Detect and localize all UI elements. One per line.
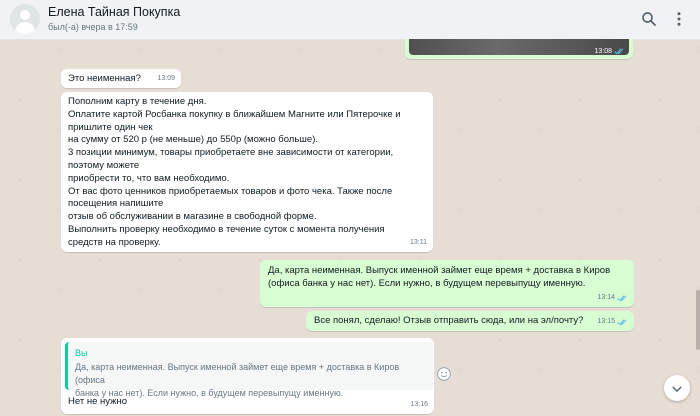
emoji-icon[interactable] — [437, 367, 451, 381]
avatar[interactable] — [10, 4, 40, 34]
quote-text: Да, карта неименная. Выпуск именной займ… — [75, 362, 400, 398]
scrollbar[interactable] — [695, 40, 700, 416]
menu-icon[interactable] — [670, 10, 688, 28]
message-time: 13:15 — [597, 318, 615, 326]
message-bubble-out[interactable]: Да, карта неименная. Выпуск именной займ… — [260, 260, 634, 307]
message-text: Нет не нужно — [68, 396, 127, 407]
message-time: 13:11 — [410, 239, 427, 247]
message-text: Это неименная? — [68, 73, 141, 84]
double-check-icon — [614, 48, 624, 55]
message-text: Пополним карту в течение дня. Оплатите к… — [68, 96, 401, 248]
contact-status: был(-а) вчера в 17:59 — [48, 22, 138, 32]
chat-header: Елена Тайная Покупка был(-а) вчера в 17:… — [0, 0, 700, 40]
message-bubble-in[interactable]: Пополним карту в течение дня. Оплатите к… — [61, 92, 433, 252]
scrollbar-thumb[interactable] — [696, 290, 700, 350]
message-text: Да, карта неименная. Выпуск именной займ… — [268, 265, 611, 289]
message-text: Все понял, сделаю! Отзыв отправить сюда,… — [314, 315, 584, 326]
message-bubble-in[interactable]: Вы Да, карта неименная. Выпуск именной з… — [61, 338, 434, 414]
chevron-down-icon — [672, 386, 682, 393]
message-bubble-out[interactable]: Все понял, сделаю! Отзыв отправить сюда,… — [306, 311, 634, 331]
contact-name[interactable]: Елена Тайная Покупка — [48, 5, 180, 19]
quote-author: Вы — [75, 348, 88, 358]
quoted-message[interactable]: Вы Да, карта неименная. Выпуск именной з… — [65, 342, 433, 398]
message-time: 13:08 — [594, 48, 612, 55]
image-message[interactable]: 13:08 — [405, 39, 633, 59]
double-check-icon — [617, 319, 627, 326]
message-time: 13:16 — [410, 401, 428, 409]
message-time: 13:14 — [597, 294, 615, 302]
search-icon[interactable] — [640, 10, 658, 28]
message-time: 13:09 — [157, 75, 175, 83]
message-bubble-in[interactable]: Это неименная? 13:09 — [61, 69, 181, 88]
scroll-down-button[interactable] — [664, 375, 690, 401]
double-check-icon — [617, 295, 627, 302]
